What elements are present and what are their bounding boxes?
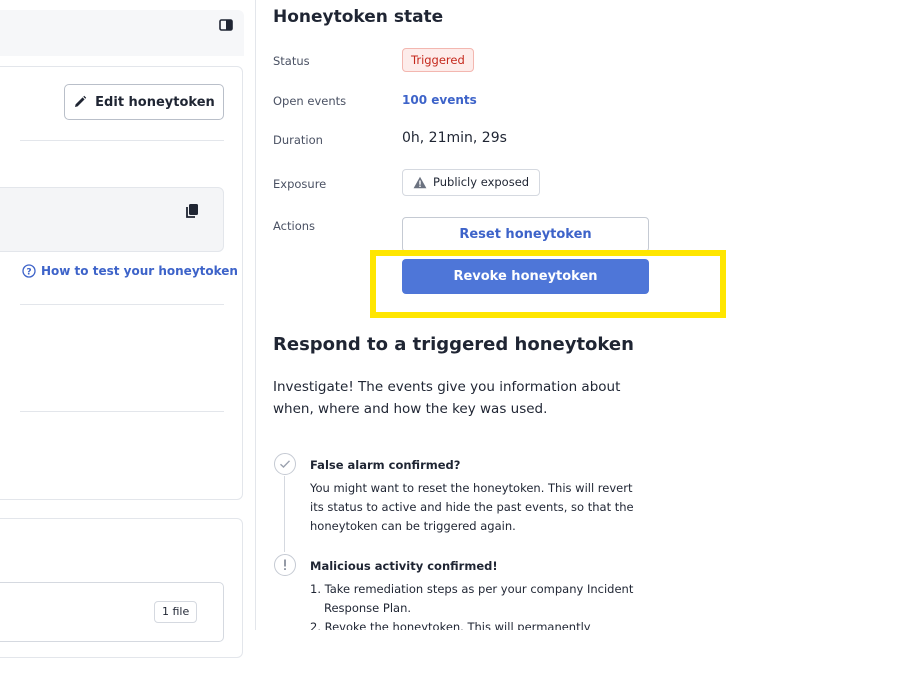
- divider: [20, 304, 224, 305]
- pencil-icon: [75, 95, 87, 107]
- panel-toggle-icon[interactable]: [219, 16, 233, 31]
- copy-icon[interactable]: [184, 203, 200, 219]
- duration-label: Duration: [273, 133, 323, 147]
- respond-intro-line: when, where and how the key was used.: [273, 401, 548, 417]
- step-connector: [284, 476, 285, 552]
- edit-honeytoken-button[interactable]: Edit honeytoken: [64, 84, 224, 120]
- honeytoken-value-box: [0, 187, 224, 252]
- status-badge: Triggered: [402, 48, 474, 72]
- reset-honeytoken-button[interactable]: Reset honeytoken: [402, 217, 649, 252]
- divider: [20, 140, 224, 141]
- exposure-badge: Publicly exposed: [402, 169, 541, 196]
- revoke-honeytoken-button[interactable]: Revoke honeytoken: [402, 259, 649, 294]
- list-item: 1. Take remediation steps as per your co…: [310, 582, 634, 596]
- question-circle-icon: ?: [22, 264, 36, 278]
- step-text-line: honeytoken can be triggered again.: [310, 519, 516, 533]
- step-text-line: its status to active and hide the past e…: [310, 500, 634, 514]
- edit-button-label: Edit honeytoken: [95, 94, 215, 110]
- section-title-respond: Respond to a triggered honeytoken: [273, 334, 634, 355]
- warning-triangle-icon: [413, 176, 427, 189]
- step-text-false-alarm: You might want to reset the honeytoken. …: [310, 479, 650, 536]
- panel-divider: [255, 0, 256, 630]
- left-panel-header: [0, 10, 244, 56]
- help-link-label: How to test your honeytoken: [41, 264, 238, 278]
- divider: [20, 411, 224, 412]
- remediation-list: 1. Take remediation steps as per your co…: [310, 580, 650, 637]
- list-item: Response Plan.: [324, 601, 412, 615]
- step-title-malicious: Malicious activity confirmed!: [310, 559, 498, 573]
- actions-label: Actions: [273, 219, 316, 233]
- respond-intro-line: Investigate! The events give you informa…: [273, 379, 621, 395]
- svg-text:?: ?: [26, 268, 31, 278]
- exposure-value: Publicly exposed: [433, 175, 530, 189]
- respond-intro: Investigate! The events give you informa…: [273, 376, 653, 420]
- step-text-line: You might want to reset the honeytoken. …: [310, 481, 633, 495]
- check-icon: [274, 453, 296, 475]
- section-title-state: Honeytoken state: [273, 7, 444, 27]
- duration-value: 0h, 21min, 29s: [402, 130, 507, 146]
- exclamation-icon: [274, 554, 296, 576]
- step-title-false-alarm: False alarm confirmed?: [310, 458, 461, 472]
- file-count-badge: 1 file: [154, 601, 198, 623]
- open-events-link[interactable]: 100 events: [402, 93, 477, 107]
- exposure-label: Exposure: [273, 177, 327, 191]
- how-to-test-link[interactable]: ? How to test your honeytoken: [22, 264, 238, 278]
- viewport-crop: [256, 630, 922, 698]
- status-label: Status: [273, 54, 310, 68]
- open-events-label: Open events: [273, 94, 347, 108]
- honeytoken-details-card: [0, 66, 243, 500]
